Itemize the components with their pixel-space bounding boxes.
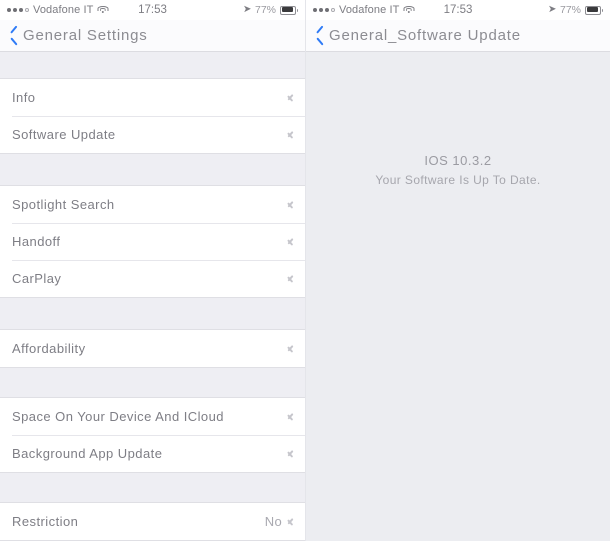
list-gap	[0, 53, 305, 78]
location-arrow-icon: ➤	[547, 3, 557, 16]
chevron-right-icon	[287, 342, 295, 355]
status-bar-left: Vodafone IT 17:53 ➤ 77%	[0, 0, 305, 20]
signal-strength-icon	[7, 8, 29, 12]
settings-group-5: Restriction No	[0, 502, 305, 541]
list-gap	[0, 154, 305, 185]
status-bar-battery-group: ➤ 77%	[547, 3, 603, 16]
list-item-accessory	[287, 342, 295, 355]
list-gap	[0, 368, 305, 397]
list-item-label: Spotlight Search	[12, 197, 115, 212]
list-item-label: CarPlay	[12, 271, 62, 286]
battery-percent-label: 77%	[254, 4, 276, 16]
chevron-right-icon	[287, 91, 295, 104]
list-item-accessory	[287, 447, 295, 460]
wifi-icon	[403, 5, 415, 15]
carrier-label: Vodafone IT	[339, 4, 400, 16]
chevron-left-icon[interactable]	[8, 27, 19, 45]
list-item-value: No	[264, 514, 282, 529]
list-gap	[0, 473, 305, 502]
chevron-right-icon	[287, 198, 295, 211]
status-bar-battery-group: ➤ 77%	[242, 3, 298, 16]
left-screen-general-settings: Vodafone IT 17:53 ➤ 77% General Settings…	[0, 0, 305, 541]
signal-strength-icon	[313, 8, 335, 12]
wifi-icon	[97, 5, 109, 15]
list-item-label: Restriction	[12, 514, 79, 529]
carrier-label: Vodafone IT	[33, 4, 94, 16]
list-item-affordability[interactable]: Affordability	[0, 330, 305, 367]
list-item-label: Handoff	[12, 234, 61, 249]
chevron-right-icon	[287, 272, 295, 285]
list-item-carplay[interactable]: CarPlay	[0, 260, 305, 297]
list-item-background-app-update[interactable]: Background App Update	[0, 435, 305, 472]
chevron-right-icon	[287, 447, 295, 460]
location-arrow-icon: ➤	[242, 3, 252, 16]
settings-list[interactable]: Info Software Update Spotlight Search Ha…	[0, 53, 305, 541]
battery-icon	[585, 5, 603, 15]
status-bar-carrier-group: Vodafone IT	[7, 4, 109, 16]
list-item-info[interactable]: Info	[0, 79, 305, 116]
nav-bar-right: General_Software Update	[306, 20, 610, 52]
chevron-right-icon	[287, 515, 295, 528]
battery-percent-label: 77%	[559, 4, 581, 16]
settings-group-4: Space On Your Device And ICloud Backgrou…	[0, 397, 305, 473]
right-screen-software-update: Vodafone IT 17:53 ➤ 77% General_Software…	[305, 0, 610, 541]
list-item-accessory	[287, 410, 295, 423]
list-item-accessory	[287, 91, 295, 104]
dual-screenshot-container: Vodafone IT 17:53 ➤ 77% General Settings…	[0, 0, 610, 541]
list-item-spotlight-search[interactable]: Spotlight Search	[0, 186, 305, 223]
chevron-right-icon	[287, 128, 295, 141]
list-item-accessory	[287, 235, 295, 248]
page-title: General Settings	[23, 27, 148, 44]
list-item-label: Info	[12, 90, 36, 105]
battery-icon	[280, 5, 298, 15]
list-item-label: Affordability	[12, 341, 86, 356]
software-up-to-date-label: Your Software Is Up To Date.	[375, 173, 541, 187]
ios-version-label: IOS 10.3.2	[424, 153, 492, 168]
list-item-label: Background App Update	[12, 446, 163, 461]
chevron-left-icon[interactable]	[314, 27, 325, 45]
page-title: General_Software Update	[329, 27, 521, 44]
list-item-space-on-your-device-and-icloud[interactable]: Space On Your Device And ICloud	[0, 398, 305, 435]
status-bar-carrier-group: Vodafone IT	[313, 4, 415, 16]
status-bar-right: Vodafone IT 17:53 ➤ 77%	[306, 0, 610, 20]
list-item-accessory	[287, 272, 295, 285]
settings-group-2: Spotlight Search Handoff CarPlay	[0, 185, 305, 298]
settings-group-3: Affordability	[0, 329, 305, 368]
list-item-label: Software Update	[12, 127, 116, 142]
chevron-right-icon	[287, 410, 295, 423]
list-item-restriction[interactable]: Restriction No	[0, 503, 305, 540]
list-item-accessory	[287, 128, 295, 141]
software-update-status-panel: IOS 10.3.2 Your Software Is Up To Date.	[306, 53, 610, 541]
settings-group-1: Info Software Update	[0, 78, 305, 154]
list-item-accessory	[287, 198, 295, 211]
list-gap	[0, 298, 305, 329]
nav-bar-left: General Settings	[0, 20, 305, 52]
list-item-software-update[interactable]: Software Update	[0, 116, 305, 153]
list-item-handoff[interactable]: Handoff	[0, 223, 305, 260]
list-item-label: Space On Your Device And ICloud	[12, 409, 224, 424]
chevron-right-icon	[287, 235, 295, 248]
list-item-accessory: No	[265, 514, 295, 529]
